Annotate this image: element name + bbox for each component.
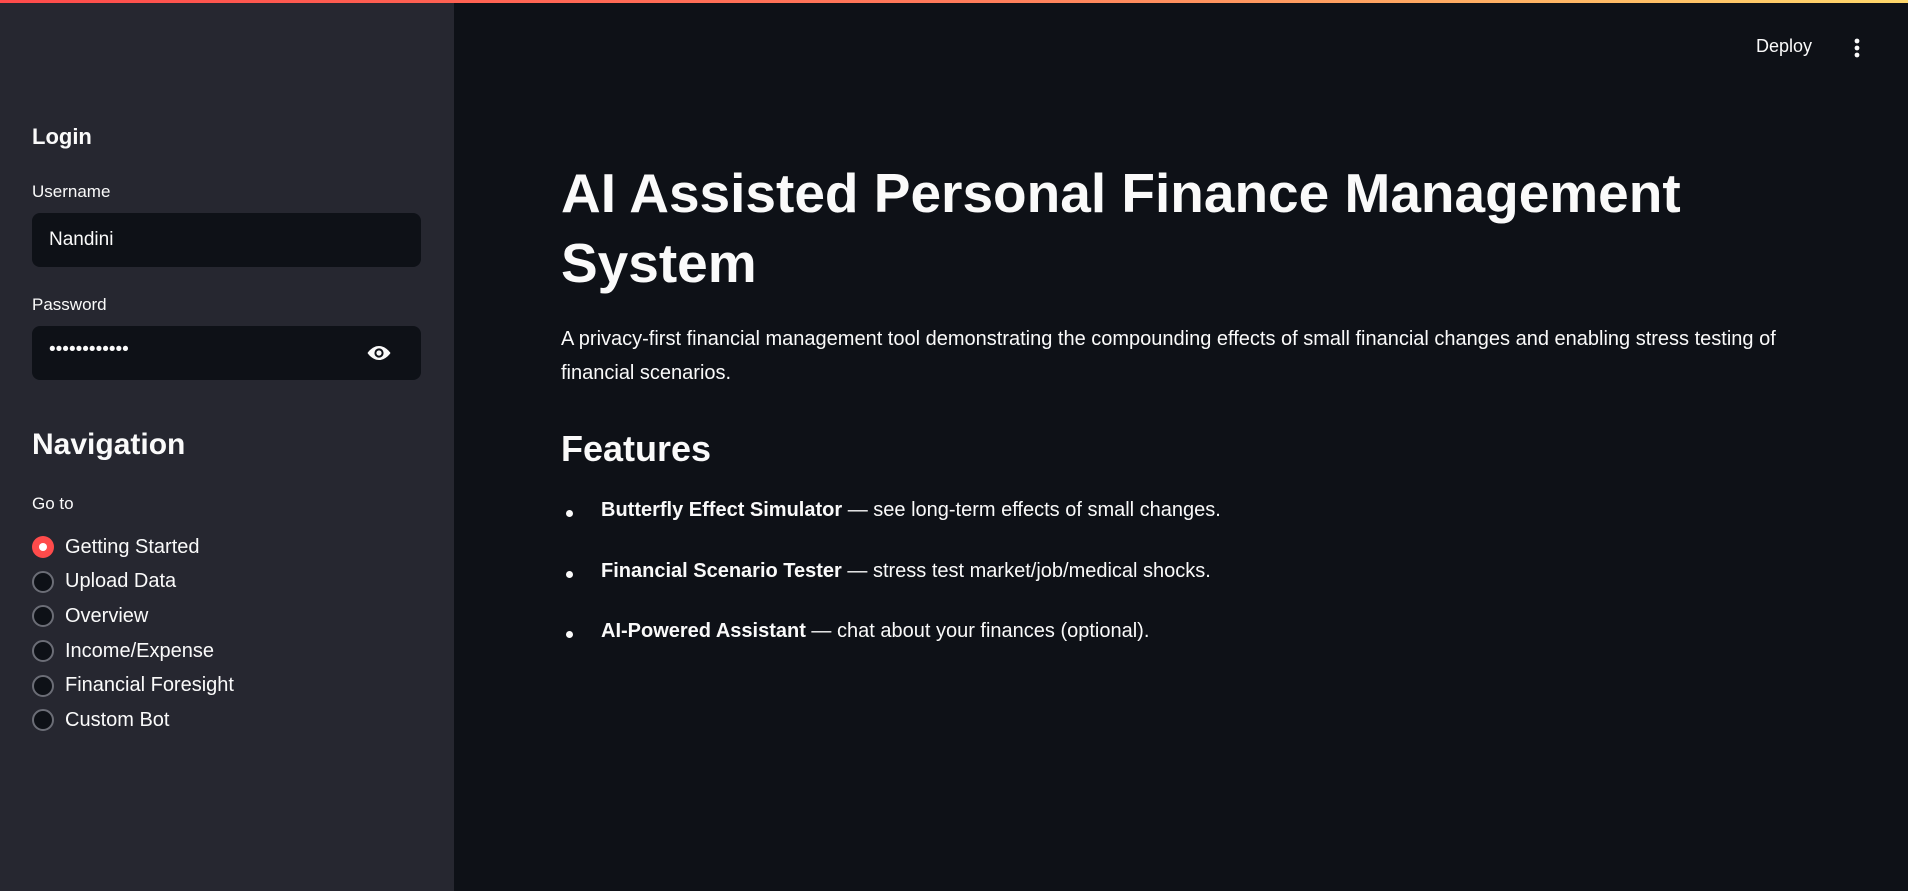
login-heading: Login [32,124,92,149]
feature-name: AI-Powered Assistant [601,620,806,642]
password-input[interactable]: •••••••••••• [32,326,421,380]
feature-description: — stress test market/job/medical shocks. [841,559,1211,582]
nav-radio-label: Overview [65,604,149,627]
nav-radio-label: Income/Expense [65,639,214,662]
nav-radio-income-expense[interactable]: Income/Expense [32,634,234,669]
nav-radio-getting-started[interactable]: Getting Started [32,530,234,565]
top-decoration-bar [0,0,1908,3]
nav-radio-upload-data[interactable]: Upload Data [32,565,234,600]
page-title: AI Assisted Personal Finance Management … [561,162,1681,294]
vertical-dots-icon[interactable] [1846,34,1868,62]
feature-description: — see long-term effects of small changes… [842,499,1221,521]
feature-name: Butterfly Effect Simulator [601,499,843,521]
navigation-heading: Navigation [32,428,186,461]
nav-radio-overview[interactable]: Overview [32,599,234,634]
feature-name: Financial Scenario Tester [601,559,842,582]
nav-radio-label: Upload Data [65,570,177,593]
radio-unselected-icon[interactable] [32,640,54,663]
deploy-button[interactable]: Deploy [1756,36,1812,57]
eye-icon[interactable] [365,341,393,365]
username-input[interactable] [32,213,421,267]
nav-radio-financial-foresight[interactable]: Financial Foresight [32,668,234,703]
nav-radio-label: Getting Started [65,535,200,558]
radio-unselected-icon[interactable] [32,709,54,732]
nav-radio-custom-bot[interactable]: Custom Bot [32,703,234,738]
feature-description: — chat about your finances (optional). [805,620,1150,642]
radio-unselected-icon[interactable] [32,570,54,593]
list-item: AI-Powered Assistant — chat about your f… [561,620,1221,681]
list-item: Butterfly Effect Simulator — see long-te… [561,499,1221,560]
sidebar: Login Username Password •••••••••••• Nav… [0,0,454,891]
navigation-radio-group: Getting Started Upload Data Overview Inc… [32,530,234,738]
intro-text: A privacy-first financial management too… [561,328,1776,384]
nav-radio-label: Custom Bot [65,708,170,731]
radio-unselected-icon[interactable] [32,605,54,628]
password-label: Password [32,295,107,314]
username-label: Username [32,182,111,201]
nav-radio-label: Financial Foresight [65,674,234,697]
goto-label: Go to [32,494,74,513]
feature-list: Butterfly Effect Simulator — see long-te… [561,499,1221,681]
password-masked-value: •••••••••••• [49,339,129,360]
list-item: Financial Scenario Tester — stress test … [561,560,1221,621]
radio-unselected-icon[interactable] [32,674,54,697]
radio-selected-icon[interactable] [32,536,54,559]
features-heading: Features [561,428,712,469]
